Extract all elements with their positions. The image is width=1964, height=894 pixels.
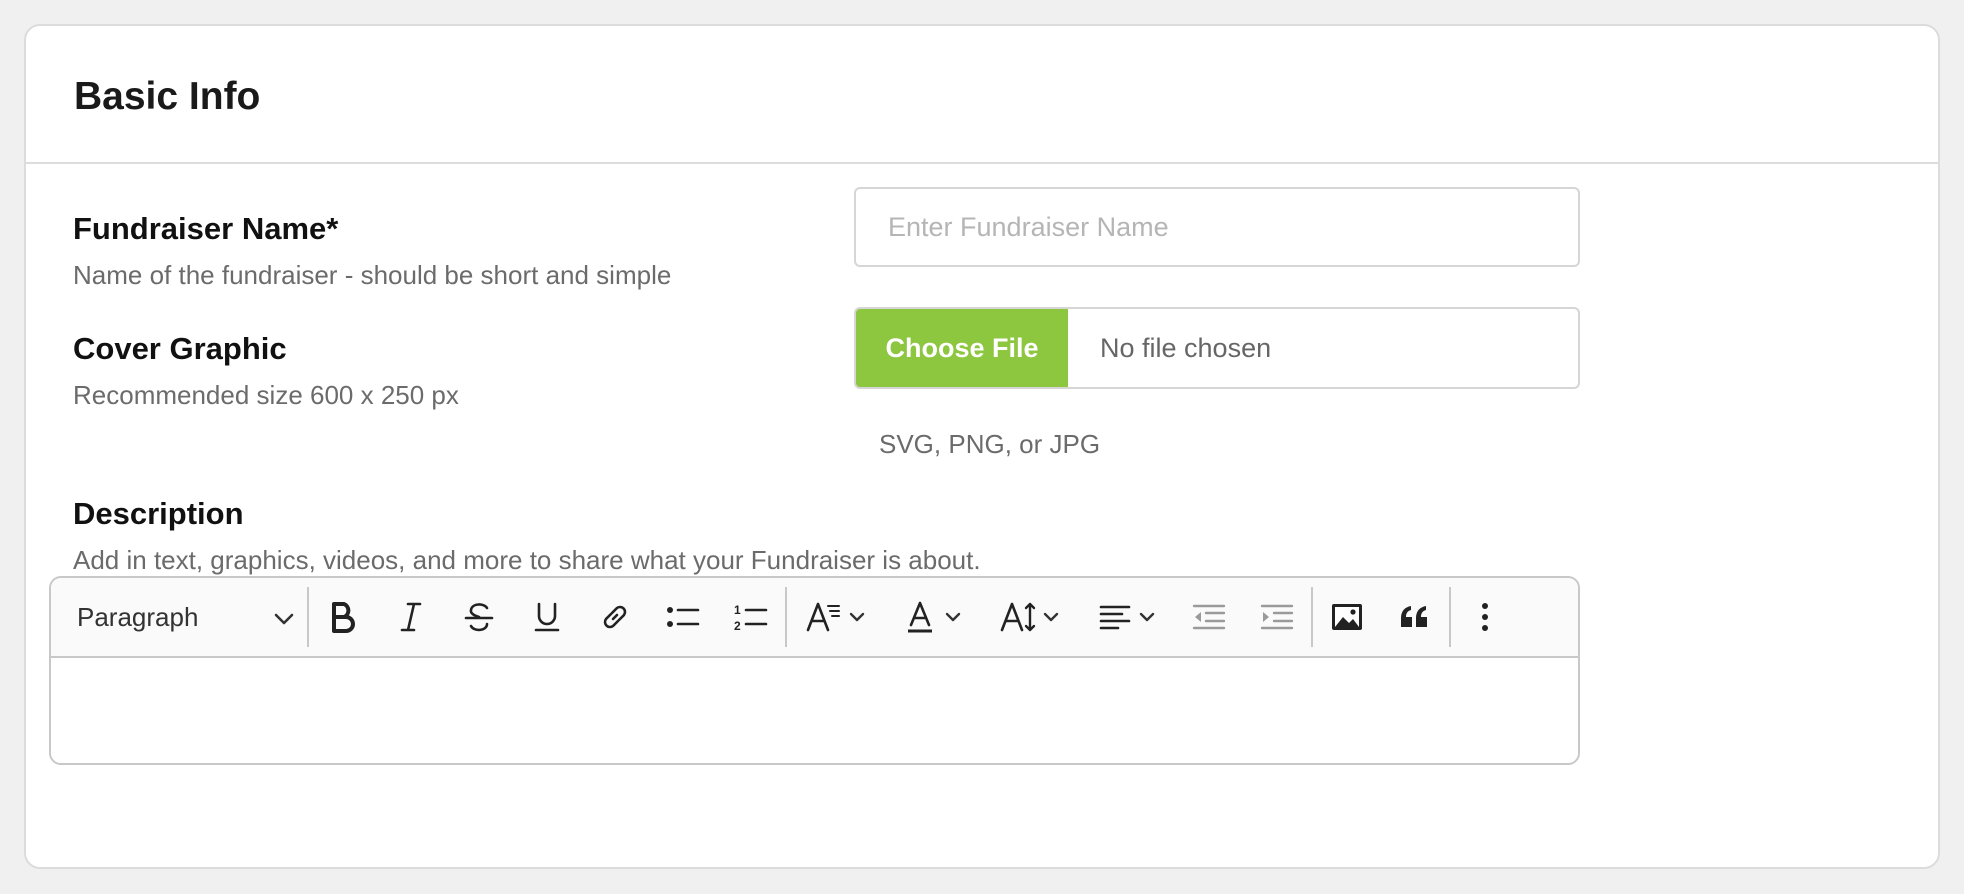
more-options-button[interactable]: [1451, 587, 1519, 647]
chevron-down-icon: [1042, 611, 1060, 623]
font-color-icon: [904, 600, 938, 634]
numbered-list-button[interactable]: 12: [717, 587, 785, 647]
indent-button[interactable]: [1243, 587, 1311, 647]
strikethrough-button[interactable]: [445, 587, 513, 647]
chevron-down-icon: [1138, 611, 1156, 623]
editor-toolbar: Paragraph 1 2: [51, 578, 1578, 658]
cover-graphic-file-input[interactable]: Choose File No file chosen: [854, 307, 1580, 389]
bold-icon: [326, 600, 360, 634]
fundraiser-name-input[interactable]: [854, 187, 1580, 267]
block-quote-button[interactable]: [1381, 587, 1449, 647]
description-hint: Add in text, graphics, videos, and more …: [73, 545, 981, 575]
description-editor: Paragraph 1 2: [49, 576, 1580, 765]
text-align-button[interactable]: [1078, 587, 1175, 647]
description-content-area[interactable]: [51, 658, 1578, 763]
svg-text:1: 1: [734, 603, 741, 617]
font-family-icon: [806, 600, 842, 634]
align-left-icon: [1098, 600, 1132, 634]
bold-button[interactable]: [309, 587, 377, 647]
svg-text:2: 2: [734, 619, 741, 633]
link-icon: [598, 600, 632, 634]
chevron-down-icon: [944, 611, 962, 623]
quote-icon: [1398, 600, 1432, 634]
file-status: No file chosen: [1100, 332, 1272, 363]
font-family-button[interactable]: [787, 587, 884, 647]
fundraiser-name-hint: Name of the fundraiser - should be short…: [73, 260, 672, 290]
block-format-value: Paragraph: [77, 601, 199, 632]
block-format-select[interactable]: Paragraph: [51, 578, 307, 656]
cover-graphic-label: Cover Graphic: [73, 331, 287, 366]
font-color-button[interactable]: [884, 587, 981, 647]
font-size-button[interactable]: [981, 587, 1078, 647]
outdent-button[interactable]: [1175, 587, 1243, 647]
fundraiser-name-label: Fundraiser Name*: [73, 211, 339, 246]
bulleted-list-icon: [665, 600, 701, 634]
chevron-down-icon: [848, 611, 866, 623]
link-button[interactable]: [581, 587, 649, 647]
more-icon: [1479, 600, 1491, 634]
file-formats-hint: SVG, PNG, or JPG: [879, 429, 1101, 459]
underline-icon: [530, 600, 564, 634]
image-icon: [1330, 600, 1364, 634]
outdent-icon: [1191, 600, 1227, 634]
bulleted-list-button[interactable]: [649, 587, 717, 647]
description-label: Description: [73, 496, 244, 531]
chevron-down-icon: [273, 602, 295, 633]
italic-button[interactable]: [377, 587, 445, 647]
indent-icon: [1259, 600, 1295, 634]
font-size-icon: [1000, 600, 1038, 634]
cover-graphic-hint: Recommended size 600 x 250 px: [73, 380, 459, 410]
insert-image-button[interactable]: [1313, 587, 1381, 647]
numbered-list-icon: 12: [733, 600, 769, 634]
card-title: Basic Info: [74, 75, 261, 118]
strikethrough-icon: [462, 600, 496, 634]
card-header: Basic Info: [26, 26, 1938, 164]
underline-button[interactable]: [513, 587, 581, 647]
choose-file-button[interactable]: Choose File: [856, 309, 1068, 387]
italic-icon: [394, 600, 428, 634]
